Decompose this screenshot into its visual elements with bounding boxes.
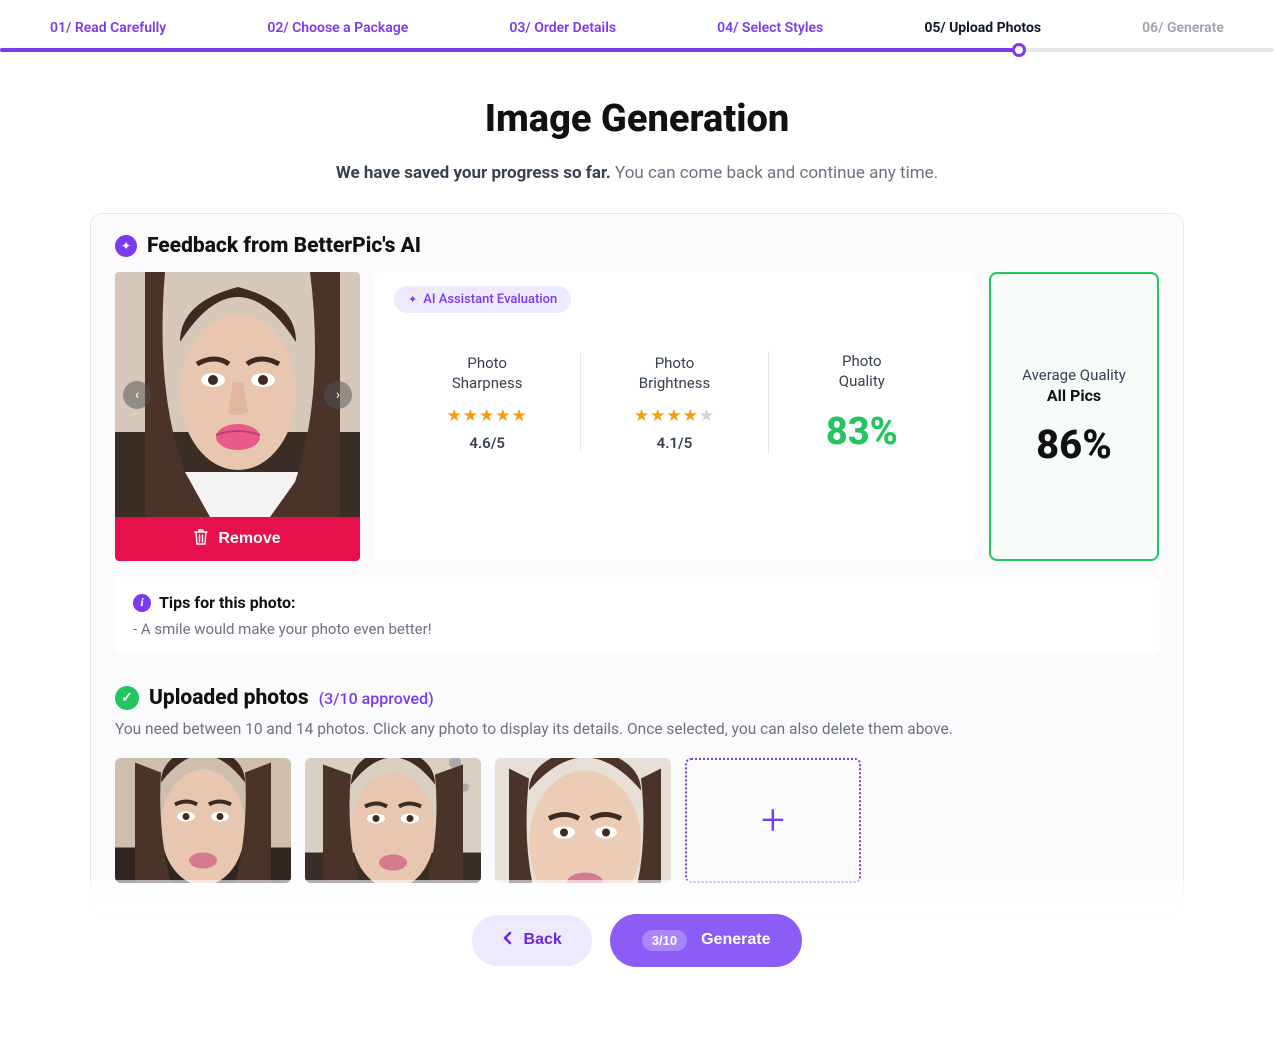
uploaded-thumb-2[interactable] xyxy=(305,758,481,883)
average-percent: 86% xyxy=(1036,421,1112,468)
step-1[interactable]: 01/ Read Carefully xyxy=(50,20,166,36)
check-icon: ✓ xyxy=(115,686,139,710)
progress-knob xyxy=(1012,43,1026,57)
page-title: Image Generation xyxy=(0,97,1274,141)
step-6: 06/ Generate xyxy=(1142,20,1224,36)
tips-title: Tips for this photo: xyxy=(159,593,295,612)
generate-counter: 3/10 xyxy=(642,930,687,951)
progress-fill xyxy=(0,48,1019,52)
ai-evaluation-chip: ✦ AI Assistant Evaluation xyxy=(394,286,571,313)
metric-sharpness: PhotoSharpness ★★★★★ 4.6/5 xyxy=(394,353,580,452)
uploaded-count: (3/10 approved) xyxy=(319,689,434,708)
metric-quality: PhotoQuality 83% xyxy=(768,351,955,454)
metric-brightness: PhotoBrightness ★★★★★ 4.1/5 xyxy=(580,353,767,452)
wizard-stepper: 01/ Read Carefully 02/ Choose a Package … xyxy=(0,0,1274,36)
step-4[interactable]: 04/ Select Styles xyxy=(717,20,823,36)
tips-box: i Tips for this photo: - A smile would m… xyxy=(115,577,1159,654)
step-3[interactable]: 03/ Order Details xyxy=(509,20,616,36)
generate-button[interactable]: 3/10 Generate xyxy=(610,914,803,967)
stars-brightness: ★★★★★ xyxy=(591,406,757,426)
back-button[interactable]: Back xyxy=(472,915,592,966)
remove-button[interactable]: Remove xyxy=(115,517,360,561)
next-photo-button[interactable]: › xyxy=(324,381,352,409)
step-5[interactable]: 05/ Upload Photos xyxy=(924,20,1041,36)
feedback-card: ✦ Feedback from BetterPic's AI xyxy=(90,213,1184,914)
add-photo-tile[interactable]: + xyxy=(685,758,861,883)
photo-preview[interactable]: ‹ › xyxy=(115,272,360,517)
average-quality-box: Average Quality All Pics 86% xyxy=(989,272,1159,561)
trash-icon xyxy=(194,529,208,550)
stars-sharpness: ★★★★★ xyxy=(404,406,570,426)
page-subtitle: We have saved your progress so far. You … xyxy=(0,163,1274,183)
prev-photo-button[interactable]: ‹ xyxy=(123,381,151,409)
sparkle-icon: ✦ xyxy=(115,235,137,257)
plus-icon: + xyxy=(761,796,785,845)
footer-bar: Back 3/10 Generate xyxy=(0,880,1274,1000)
step-2[interactable]: 02/ Choose a Package xyxy=(267,20,408,36)
info-icon: i xyxy=(133,594,151,612)
sparkle-icon: ✦ xyxy=(408,293,417,306)
metrics-panel: ✦ AI Assistant Evaluation PhotoSharpness… xyxy=(374,272,975,561)
uploaded-thumb-3[interactable] xyxy=(495,758,671,883)
uploaded-title: Uploaded photos xyxy=(149,686,309,710)
uploaded-thumb-1[interactable] xyxy=(115,758,291,883)
quality-percent: 83% xyxy=(779,410,945,454)
chevron-left-icon xyxy=(502,931,512,950)
progress-bar xyxy=(0,48,1274,52)
tips-text: - A smile would make your photo even bet… xyxy=(133,620,1141,638)
feedback-title: Feedback from BetterPic's AI xyxy=(147,234,421,258)
uploaded-description: You need between 10 and 14 photos. Click… xyxy=(115,720,1159,738)
